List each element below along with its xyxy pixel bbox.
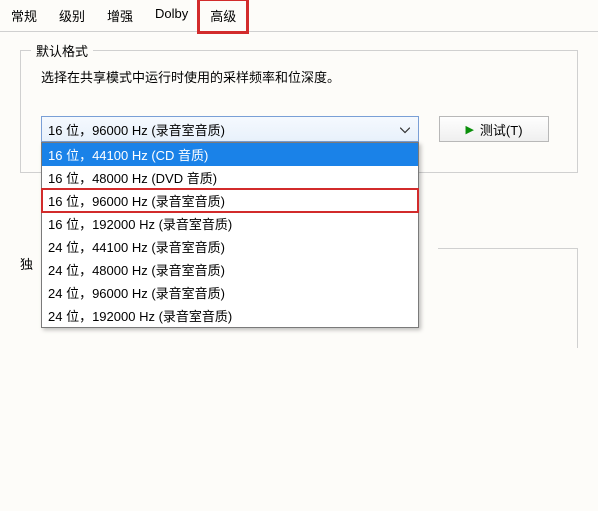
- format-select-row: 16 位，96000 Hz (录音室音质) 16 位，44100 Hz (CD …: [41, 116, 557, 142]
- tab-general[interactable]: 常规: [0, 0, 48, 31]
- group-title-default-format: 默认格式: [31, 41, 93, 60]
- test-button[interactable]: ▶ 测试(T): [439, 116, 549, 142]
- option-24-44100[interactable]: 24 位，44100 Hz (录音室音质): [42, 235, 418, 258]
- tab-level[interactable]: 级别: [48, 0, 96, 31]
- test-button-label: 测试(T): [480, 120, 523, 139]
- chevron-down-icon: [400, 122, 410, 137]
- format-combo-wrap: 16 位，96000 Hz (录音室音质) 16 位，44100 Hz (CD …: [41, 116, 419, 142]
- format-dropdown: 16 位，44100 Hz (CD 音质) 16 位，48000 Hz (DVD…: [41, 142, 419, 328]
- tab-enhance[interactable]: 增强: [96, 0, 144, 31]
- tab-advanced[interactable]: 高级: [199, 0, 247, 32]
- tab-bar: 常规 级别 增强 Dolby 高级: [0, 0, 598, 32]
- option-24-48000[interactable]: 24 位，48000 Hz (录音室音质): [42, 258, 418, 281]
- option-24-96000[interactable]: 24 位，96000 Hz (录音室音质): [42, 281, 418, 304]
- instruction-text: 选择在共享模式中运行时使用的采样频率和位深度。: [41, 67, 557, 86]
- format-combobox[interactable]: 16 位，96000 Hz (录音室音质): [41, 116, 419, 142]
- partial-group-border-right: [438, 248, 578, 348]
- option-24-192000[interactable]: 24 位，192000 Hz (录音室音质): [42, 304, 418, 327]
- play-icon: ▶: [465, 123, 473, 136]
- option-16-44100[interactable]: 16 位，44100 Hz (CD 音质): [42, 143, 418, 166]
- option-16-96000[interactable]: 16 位，96000 Hz (录音室音质): [42, 189, 418, 212]
- tab-dolby[interactable]: Dolby: [144, 0, 199, 31]
- option-16-48000[interactable]: 16 位，48000 Hz (DVD 音质): [42, 166, 418, 189]
- tab-content: 默认格式 选择在共享模式中运行时使用的采样频率和位深度。 16 位，96000 …: [0, 32, 598, 511]
- default-format-group: 默认格式 选择在共享模式中运行时使用的采样频率和位深度。 16 位，96000 …: [20, 50, 578, 173]
- option-16-192000[interactable]: 16 位，192000 Hz (录音室音质): [42, 212, 418, 235]
- partial-group-label: 独: [20, 254, 33, 273]
- format-combobox-value: 16 位，96000 Hz (录音室音质): [48, 120, 225, 139]
